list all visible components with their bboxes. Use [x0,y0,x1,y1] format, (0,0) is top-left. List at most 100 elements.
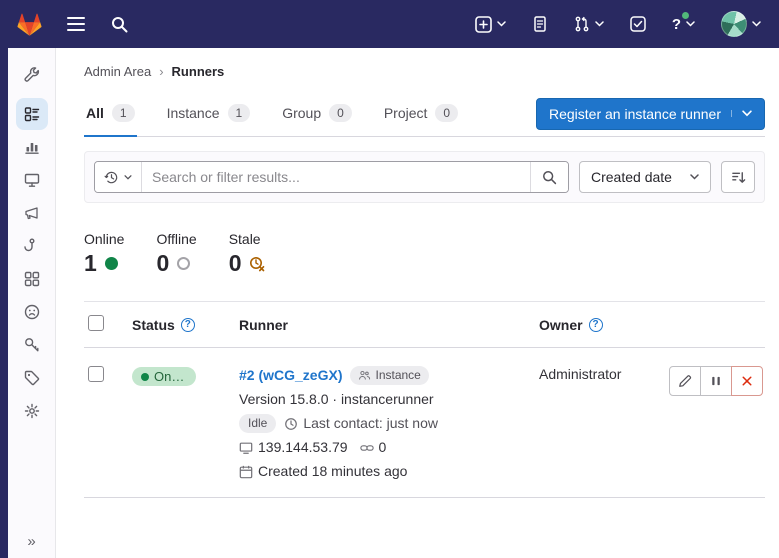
sidebar-item-system-hooks[interactable] [16,230,48,262]
issues-button[interactable] [530,14,550,34]
new-menu-button[interactable] [473,14,508,35]
tab-all-count: 1 [112,104,135,122]
table-header-row: Status ? Runner Owner ? [84,301,765,348]
runner-version: Version 15.8.0 · instancerunner [239,390,434,409]
merge-requests-button[interactable] [572,14,606,34]
pencil-icon [678,374,692,388]
filter-bar: Created date [84,151,765,203]
tab-all[interactable]: All 1 [84,91,137,137]
pause-runner-button[interactable] [700,366,732,396]
tab-group[interactable]: Group 0 [280,91,354,137]
chart-icon [24,139,40,155]
monitor-icon [24,172,40,188]
delete-runner-button[interactable] [731,366,763,396]
sidebar-item-overview[interactable] [16,98,48,130]
runner-created: Created 18 minutes ago [258,462,407,481]
sort-direction-button[interactable] [721,161,755,193]
sidebar-item-settings[interactable] [16,395,48,427]
stat-stale: Stale 0 [229,231,266,275]
left-edge-strip [0,48,8,558]
sort-by-dropdown[interactable]: Created date [579,161,711,193]
runner-summary-cell: #2 (wCG_zeGX) Instance Version 15.8.0 · … [239,366,539,481]
top-navbar: ? [0,0,779,48]
sidebar-item-abuse-reports[interactable] [16,296,48,328]
merge-request-icon [574,16,590,32]
sidebar-item-labels[interactable] [16,362,48,394]
people-icon [358,369,371,382]
tab-instance-count: 1 [228,104,251,122]
stat-offline-label: Offline [156,231,196,247]
register-button-label: Register an instance runner [549,106,721,122]
runners-table: Status ? Runner Owner ? Online [84,301,765,498]
select-all-checkbox[interactable] [88,315,104,331]
owner-help-icon[interactable]: ? [589,318,603,332]
chevron-down-icon [595,21,604,27]
stat-offline: Offline 0 [156,231,196,275]
breadcrumb: Admin Area › Runners [84,58,765,91]
sidebar-item-applications[interactable] [16,263,48,295]
avatar [721,11,747,37]
owner-cell: Administrator [539,366,663,382]
chevron-down-icon [690,174,699,180]
status-badge: Online [132,367,196,386]
runner-ip-address: 139.144.53.79 [258,438,348,457]
tab-group-label: Group [282,105,321,121]
sidebar-item-analytics[interactable] [16,131,48,163]
sort-by-label: Created date [591,169,672,185]
todo-check-icon [630,16,646,32]
chevron-down-icon [497,21,506,27]
search-submit-button[interactable] [530,162,568,192]
chevron-down-icon [686,21,695,27]
runner-tabs: All 1 Instance 1 Group 0 Project 0 Regis… [84,91,765,137]
tab-project[interactable]: Project 0 [382,91,460,137]
overview-cards-icon [24,106,40,122]
search-history-dropdown[interactable] [95,162,142,192]
offline-circle-icon [177,257,190,270]
issues-icon [532,16,548,32]
collapse-chevrons-icon: » [27,533,35,550]
face-icon [24,304,40,320]
chevron-down-icon [752,21,761,27]
stat-online-value: 1 [84,252,97,275]
header-runner: Runner [239,317,288,333]
sidebar-item-credentials[interactable] [16,329,48,361]
edit-runner-button[interactable] [669,366,701,396]
clock-icon [284,417,298,431]
tab-instance[interactable]: Instance 1 [165,91,253,137]
header-owner: Owner [539,317,583,333]
todos-button[interactable] [628,14,648,34]
stat-stale-label: Stale [229,231,266,247]
owner-link[interactable]: Administrator [539,366,621,382]
breadcrumb-current: Runners [172,64,225,79]
grid-icon [24,271,40,287]
runner-last-contact: Last contact: just now [303,414,438,433]
stat-stale-value: 0 [229,252,242,275]
filter-search-input[interactable] [142,162,530,192]
runner-link[interactable]: #2 (wCG_zeGX) [239,366,342,385]
breadcrumb-admin-area[interactable]: Admin Area [84,64,151,79]
tab-group-count: 0 [329,104,352,122]
register-instance-runner-button[interactable]: Register an instance runner [536,98,765,130]
close-icon [741,375,753,387]
online-dot-icon [105,257,118,270]
sidebar-collapse-button[interactable]: » [8,533,55,550]
tab-instance-label: Instance [167,105,220,121]
row-checkbox[interactable] [88,366,104,382]
chevron-down-icon [124,175,132,180]
user-menu-button[interactable] [719,9,763,39]
runner-state-badge: Idle [239,414,276,433]
help-menu-button[interactable]: ? [670,15,697,34]
search-icon [111,16,128,33]
sidebar-item-admin-tools[interactable] [16,58,48,90]
stat-online: Online 1 [84,231,124,275]
runner-row: Online #2 (wCG_zeGX) Instance [84,348,765,498]
history-icon [104,170,119,185]
global-search-button[interactable] [109,14,130,35]
gitlab-logo[interactable] [16,11,43,37]
sidebar-item-monitoring[interactable] [16,164,48,196]
tag-icon [24,370,40,386]
hamburger-menu-button[interactable] [65,15,87,33]
sidebar-item-messages[interactable] [16,197,48,229]
status-help-icon[interactable]: ? [181,318,195,332]
help-question-icon: ? [672,17,681,32]
